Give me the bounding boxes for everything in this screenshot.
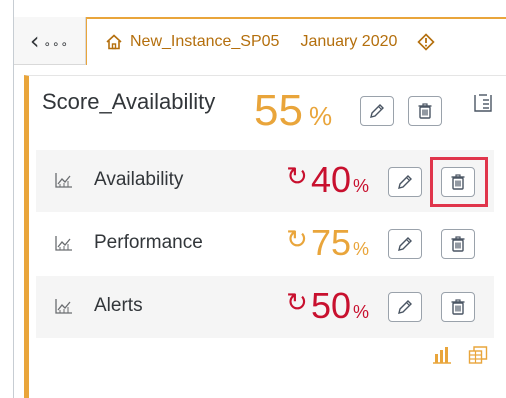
kpi-label: Alerts <box>94 295 143 316</box>
trend-icon: ↻ <box>286 225 308 255</box>
trend-icon: ↻ <box>286 288 308 318</box>
kpi-chart-icon <box>55 173 72 188</box>
card-score-value: 55 <box>254 86 303 135</box>
collapse-icon[interactable] <box>472 92 494 114</box>
kpi-chart-icon <box>55 299 72 314</box>
kpi-row-performance[interactable]: Performance ↻ 75% <box>36 213 494 275</box>
chevron-left-icon: ‹ <box>29 27 40 55</box>
card-score: 55% <box>254 86 332 141</box>
kpi-value-number: 40 <box>311 159 352 200</box>
warning-icon[interactable] <box>417 33 436 51</box>
breadcrumb-date-link[interactable]: January 2020 <box>300 33 397 51</box>
kpi-chart-icon <box>55 236 72 251</box>
card-title: Score_Availability <box>42 89 216 114</box>
performance-delete-button[interactable] <box>441 229 475 259</box>
kpi-value: 50% <box>311 284 369 334</box>
overflow-dots: ∘∘∘ <box>43 37 70 51</box>
trend-icon: ↻ <box>286 162 308 192</box>
kpi-value-unit: % <box>353 176 370 196</box>
edit-icon <box>398 175 412 189</box>
delete-icon <box>451 236 465 252</box>
kpi-value: 75% <box>311 221 369 271</box>
kpi-row-availability[interactable]: Availability ↻ 40% <box>36 150 494 212</box>
edit-icon <box>398 300 412 314</box>
performance-edit-button[interactable] <box>388 229 422 259</box>
card-delete-button[interactable] <box>408 96 442 126</box>
kpi-row-alerts[interactable]: Alerts ↻ 50% <box>36 276 494 338</box>
kpi-value-number: 50 <box>311 285 352 326</box>
back-button[interactable]: ‹ ∘∘∘ <box>14 17 86 65</box>
card-score-unit: % <box>308 101 333 131</box>
alerts-delete-button[interactable] <box>441 292 475 322</box>
breadcrumb: New_Instance_SP05 January 2020 <box>86 17 506 65</box>
kpi-label: Performance <box>94 232 203 253</box>
bar-chart-icon[interactable] <box>432 346 452 364</box>
home-icon[interactable] <box>105 33 123 51</box>
edit-icon <box>370 104 384 118</box>
table-icon[interactable] <box>468 345 488 365</box>
kpi-value: 40% <box>311 158 369 208</box>
delete-icon <box>418 103 432 119</box>
breadcrumb-instance-link[interactable]: New_Instance_SP05 <box>130 33 279 51</box>
highlight-box <box>430 157 488 207</box>
kpi-label: Availability <box>94 169 184 190</box>
delete-icon <box>451 299 465 315</box>
kpi-value-unit: % <box>353 239 370 259</box>
card-edit-button[interactable] <box>360 96 394 126</box>
alerts-edit-button[interactable] <box>388 292 422 322</box>
edit-icon <box>398 237 412 251</box>
kpi-value-number: 75 <box>311 222 352 263</box>
kpi-value-unit: % <box>353 302 370 322</box>
availability-edit-button[interactable] <box>388 167 422 197</box>
